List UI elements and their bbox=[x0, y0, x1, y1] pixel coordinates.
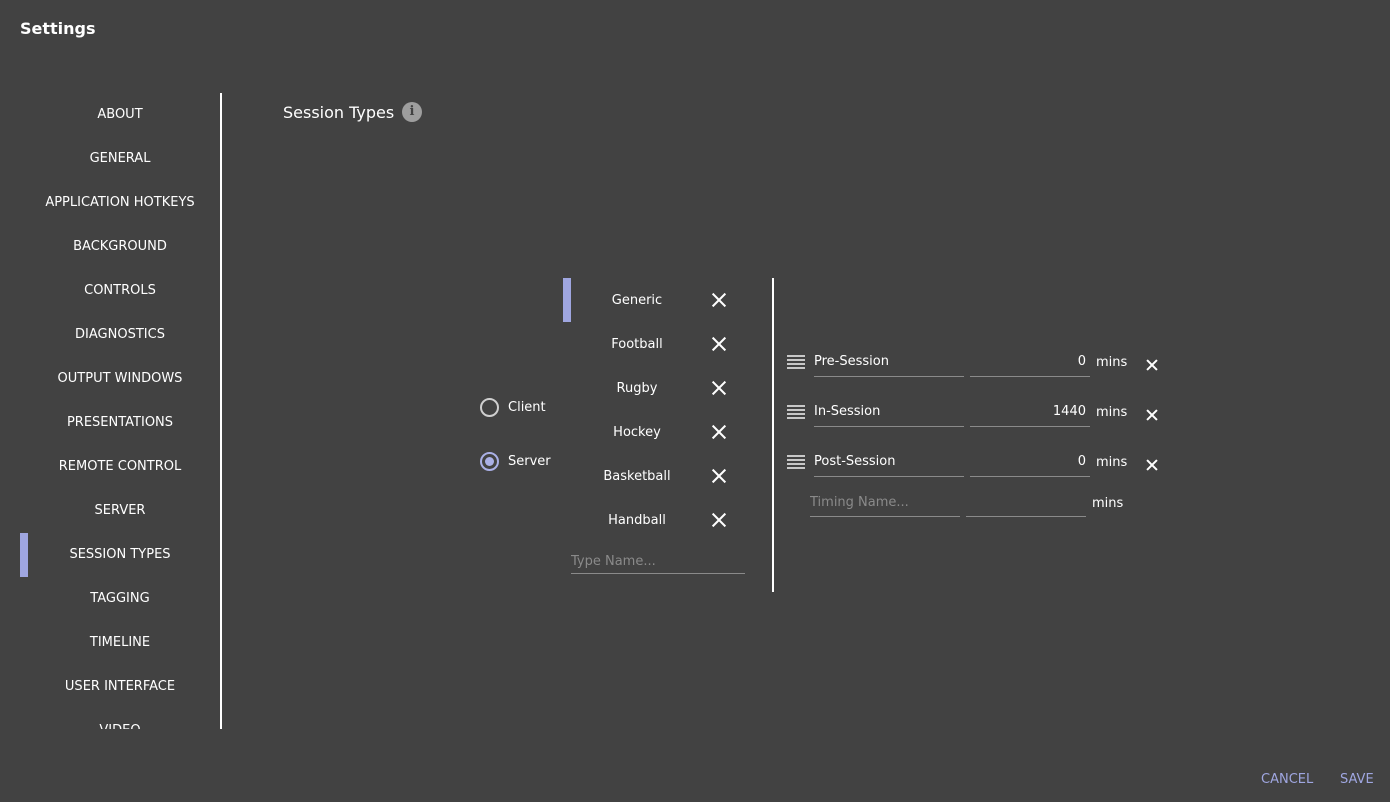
server-radio-label: Server bbox=[508, 454, 551, 469]
timing-unit-label: mins bbox=[1096, 354, 1128, 370]
close-icon[interactable] bbox=[1146, 459, 1158, 471]
page-title: Session Types bbox=[283, 103, 395, 122]
close-icon[interactable] bbox=[711, 336, 727, 352]
session-type-row: Basketball bbox=[563, 454, 748, 498]
sidebar-item-timeline[interactable]: TIMELINE bbox=[20, 621, 220, 665]
drag-handle-icon[interactable] bbox=[787, 455, 805, 469]
sidebar-item-application-hotkeys[interactable]: APPLICATION HOTKEYS bbox=[20, 181, 220, 225]
close-icon[interactable] bbox=[1146, 409, 1158, 421]
new-timing-value-input[interactable] bbox=[966, 489, 1086, 517]
content-divider bbox=[772, 278, 774, 592]
timing-row: In-Session 1440 mins bbox=[787, 397, 1158, 427]
session-type-row: Rugby bbox=[563, 366, 748, 410]
sidebar-item-tagging[interactable]: TAGGING bbox=[20, 577, 220, 621]
timing-unit-label: mins bbox=[1096, 404, 1128, 420]
sidebar-item-diagnostics[interactable]: DIAGNOSTICS bbox=[20, 313, 220, 357]
timing-row: Pre-Session 0 mins bbox=[787, 347, 1158, 377]
timing-value-field[interactable]: 0 bbox=[970, 347, 1090, 377]
session-type-row: Handball bbox=[563, 498, 748, 542]
cancel-button[interactable]: CANCEL bbox=[1261, 772, 1313, 787]
session-type-basketball[interactable]: Basketball bbox=[563, 469, 711, 484]
sidebar-item-general[interactable]: GENERAL bbox=[20, 137, 220, 181]
session-type-row: Hockey bbox=[563, 410, 748, 454]
save-button[interactable]: SAVE bbox=[1340, 772, 1374, 787]
sidebar-item-remote-control[interactable]: REMOTE CONTROL bbox=[20, 445, 220, 489]
close-icon[interactable] bbox=[711, 424, 727, 440]
new-timing-row: mins bbox=[810, 489, 1123, 517]
new-timing-name-input[interactable] bbox=[810, 489, 960, 517]
session-type-rugby[interactable]: Rugby bbox=[563, 381, 711, 396]
timing-value-field[interactable]: 0 bbox=[970, 447, 1090, 477]
close-icon[interactable] bbox=[711, 380, 727, 396]
client-radio[interactable]: Client bbox=[480, 398, 546, 417]
session-type-hockey[interactable]: Hockey bbox=[563, 425, 711, 440]
sidebar-item-server[interactable]: SERVER bbox=[20, 489, 220, 533]
session-type-handball[interactable]: Handball bbox=[563, 513, 711, 528]
session-type-row: Football bbox=[563, 322, 748, 366]
sidebar-item-background[interactable]: BACKGROUND bbox=[20, 225, 220, 269]
sidebar-item-controls[interactable]: CONTROLS bbox=[20, 269, 220, 313]
sidebar-item-output-windows[interactable]: OUTPUT WINDOWS bbox=[20, 357, 220, 401]
info-icon[interactable]: i bbox=[402, 102, 422, 122]
sidebar-item-presentations[interactable]: PRESENTATIONS bbox=[20, 401, 220, 445]
drag-handle-icon[interactable] bbox=[787, 355, 805, 369]
timing-name-field[interactable]: Post-Session bbox=[814, 447, 964, 477]
close-icon[interactable] bbox=[711, 512, 727, 528]
close-icon[interactable] bbox=[1146, 359, 1158, 371]
sidebar-divider bbox=[220, 93, 222, 729]
sidebar-item-video[interactable]: VIDEO bbox=[20, 709, 220, 729]
new-session-type-input[interactable] bbox=[571, 549, 745, 574]
server-radio[interactable]: Server bbox=[480, 452, 551, 471]
settings-sidebar: ABOUT GENERAL APPLICATION HOTKEYS BACKGR… bbox=[20, 93, 220, 729]
session-type-list: Generic Football Rugby Hockey Basketball… bbox=[563, 278, 748, 542]
close-icon[interactable] bbox=[711, 468, 727, 484]
new-timing-unit-label: mins bbox=[1092, 495, 1124, 511]
sidebar-item-user-interface[interactable]: USER INTERFACE bbox=[20, 665, 220, 709]
close-icon[interactable] bbox=[711, 292, 727, 308]
session-type-generic[interactable]: Generic bbox=[563, 293, 711, 308]
timing-name-field[interactable]: In-Session bbox=[814, 397, 964, 427]
drag-handle-icon[interactable] bbox=[787, 405, 805, 419]
sidebar-item-about[interactable]: ABOUT bbox=[20, 93, 220, 137]
sidebar-item-session-types[interactable]: SESSION TYPES bbox=[20, 533, 220, 577]
timing-unit-label: mins bbox=[1096, 454, 1128, 470]
session-type-row: Generic bbox=[563, 278, 748, 322]
radio-checked-icon bbox=[480, 452, 499, 471]
session-type-football[interactable]: Football bbox=[563, 337, 711, 352]
timing-name-field[interactable]: Pre-Session bbox=[814, 347, 964, 377]
timing-row: Post-Session 0 mins bbox=[787, 447, 1158, 477]
window-title: Settings bbox=[20, 19, 96, 38]
timing-value-field[interactable]: 1440 bbox=[970, 397, 1090, 427]
client-radio-label: Client bbox=[508, 400, 546, 415]
radio-unchecked-icon bbox=[480, 398, 499, 417]
